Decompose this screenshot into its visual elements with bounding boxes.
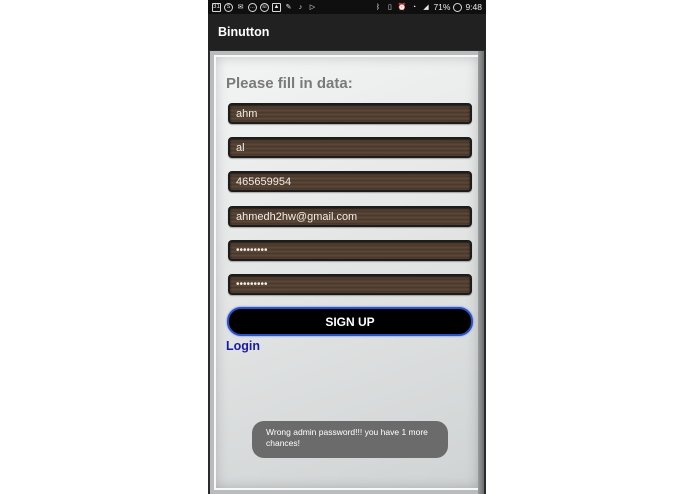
signup-button[interactable]: SIGN UP bbox=[227, 307, 473, 336]
battery-icon bbox=[453, 2, 463, 12]
app-title: Binutton bbox=[218, 25, 270, 39]
alarm-icon: ⏰ bbox=[397, 3, 407, 11]
confirm-password-field[interactable]: ••••••••• bbox=[228, 274, 472, 295]
phone-field[interactable]: 465659954 bbox=[228, 171, 472, 192]
vibrate-icon: ▯ bbox=[388, 3, 392, 11]
last-name-field[interactable]: al bbox=[228, 137, 472, 158]
play-store-icon: ▷ bbox=[309, 3, 316, 11]
whatsapp-icon: ☏ bbox=[260, 2, 269, 12]
battery-percent: 71% bbox=[433, 2, 451, 12]
gmail-icon: ✉ bbox=[237, 3, 244, 11]
clock: 9:48 bbox=[465, 2, 482, 12]
music-icon: ♪ bbox=[298, 3, 303, 11]
app-bar: Binutton bbox=[208, 14, 486, 50]
form-panel: Please fill in data: ahm al 465659954 ah… bbox=[210, 51, 484, 494]
calendar-icon: 31 bbox=[212, 2, 221, 12]
system-icons: ᛒ ▯ ⏰ ◔ ◢ 71% 9:48 bbox=[373, 2, 482, 12]
email-field[interactable]: ahmedh2hw@gmail.com bbox=[228, 206, 472, 227]
form-heading: Please fill in data: bbox=[226, 75, 353, 92]
toast-message: Wrong admin password!!! you have 1 more … bbox=[252, 421, 448, 458]
bluetooth-icon: ᛒ bbox=[375, 3, 381, 11]
first-name-field[interactable]: ahm bbox=[228, 103, 472, 124]
image-icon: ▲ bbox=[272, 2, 281, 12]
photo-edit-icon: ✎ bbox=[285, 3, 292, 11]
signal-icon: ◢ bbox=[423, 3, 429, 11]
login-link[interactable]: Login bbox=[226, 339, 260, 353]
status-bar: 31 S ✉ … ☏ ▲ ✎ ♪ ▷ ᛒ ▯ ⏰ ◔ ◢ 71% 9:48 bbox=[208, 0, 486, 14]
chat-icon: … bbox=[248, 2, 257, 12]
wifi-icon: ◔ bbox=[411, 3, 417, 11]
password-field[interactable]: ••••••••• bbox=[228, 240, 472, 261]
notification-icons: 31 S ✉ … ☏ ▲ ✎ ♪ ▷ bbox=[212, 2, 317, 12]
phone-screen: 31 S ✉ … ☏ ▲ ✎ ♪ ▷ ᛒ ▯ ⏰ ◔ ◢ 71% 9:48 Bi… bbox=[208, 0, 486, 494]
skype-icon: S bbox=[224, 2, 233, 12]
